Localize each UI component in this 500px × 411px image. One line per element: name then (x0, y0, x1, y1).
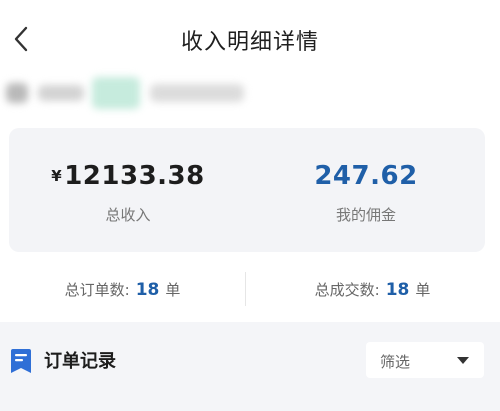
total-deals-label: 总成交数: (314, 281, 380, 299)
total-income-label: 总收入 (105, 206, 151, 224)
redacted-block (6, 83, 28, 103)
total-orders-unit: 单 (165, 281, 181, 299)
total-income-stat: ¥12133.38 总收入 (9, 128, 247, 252)
commission-amount: 247.62 (314, 161, 418, 191)
page-title: 收入明细详情 (180, 30, 319, 55)
caret-down-icon (457, 357, 469, 364)
redacted-block (150, 84, 244, 102)
divider (245, 272, 246, 306)
total-orders-label: 总订单数: (64, 281, 130, 299)
income-summary-card: ¥12133.38 总收入 247.62 我的佣金 (9, 128, 485, 252)
redacted-block (38, 85, 84, 101)
filter-dropdown[interactable]: 筛选 (366, 342, 484, 378)
total-deals-value: 18 (385, 280, 410, 300)
total-deals-unit: 单 (415, 281, 431, 299)
order-counts: 总订单数: 18 单 总成交数: 18 单 (0, 264, 500, 316)
app-header: 收入明细详情 (0, 0, 500, 74)
commission-label: 我的佣金 (335, 206, 396, 224)
redacted-block (92, 77, 140, 109)
records-title: 订单记录 (44, 351, 116, 372)
redacted-info (0, 74, 500, 114)
total-orders-value: 18 (135, 280, 160, 300)
total-income-amount: ¥12133.38 (9, 160, 247, 192)
records-header: 订单记录 筛选 (10, 334, 490, 386)
total-orders: 总订单数: 18 单 (0, 264, 245, 316)
total-deals: 总成交数: 18 单 (250, 264, 495, 316)
total-income-value: 12133.38 (64, 161, 205, 191)
commission-stat: 247.62 我的佣金 (247, 128, 485, 252)
currency-symbol: ¥ (51, 167, 63, 185)
document-icon (11, 349, 31, 373)
filter-label: 筛选 (380, 353, 411, 371)
